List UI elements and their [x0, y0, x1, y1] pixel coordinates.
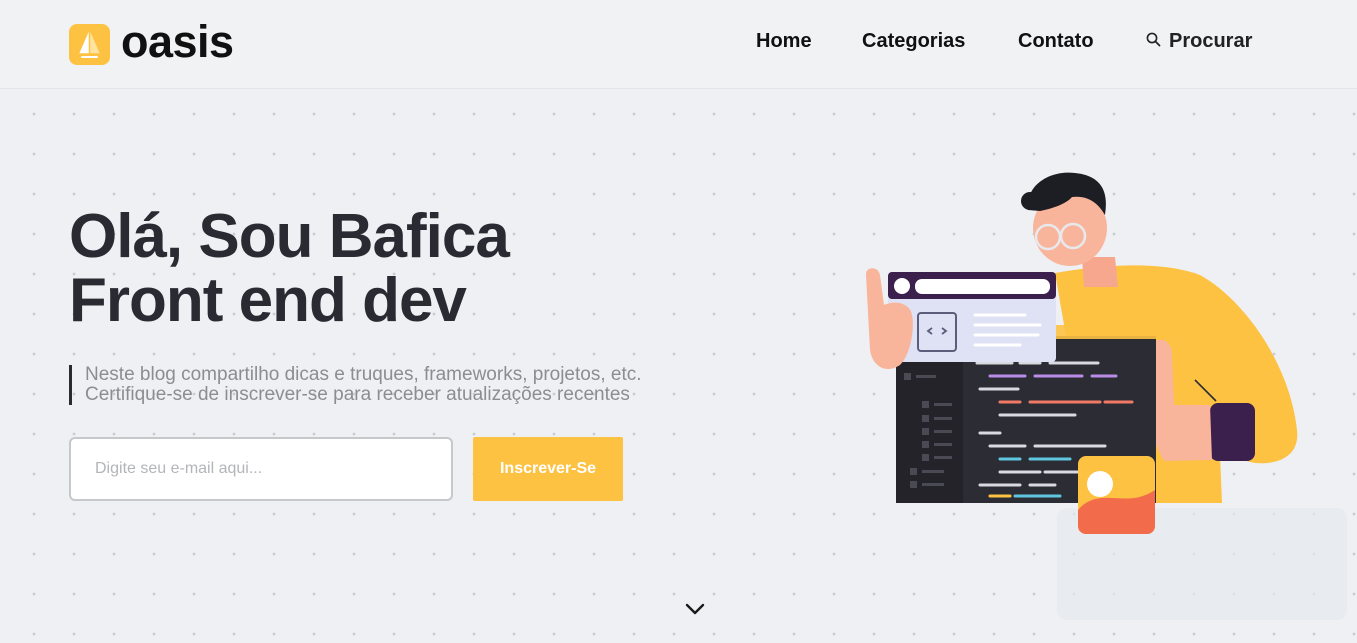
- hero-title-line-2: Front end dev: [69, 266, 467, 335]
- scroll-down-button[interactable]: [683, 600, 707, 620]
- main-nav: Home Categorias Contato Procurar: [0, 30, 1357, 60]
- search-icon: [1146, 32, 1161, 52]
- nav-contato-link[interactable]: Contato: [1018, 30, 1094, 53]
- nav-search-button[interactable]: Procurar: [1146, 30, 1252, 53]
- chevron-down-icon: [685, 603, 705, 615]
- nav-categorias-link[interactable]: Categorias: [862, 30, 965, 53]
- subscribe-button[interactable]: Inscrever-Se: [473, 437, 623, 501]
- nav-home-link[interactable]: Home: [756, 30, 812, 53]
- hero-description-line-1: Neste blog compartilho dicas e truques, …: [85, 364, 642, 385]
- hero-title-line-1: Olá, Sou Bafica: [69, 202, 510, 271]
- hero-description: Neste blog compartilho dicas e truques, …: [69, 365, 642, 405]
- hero-title: Olá, Sou Bafica Front end dev: [69, 202, 510, 335]
- site-header: oasis Home Categorias Contato Procurar: [0, 0, 1357, 89]
- email-input[interactable]: [69, 437, 453, 501]
- developer-illustration: [865, 172, 1298, 534]
- search-label: Procurar: [1169, 30, 1253, 52]
- hero-description-line-2: Certifique-se de inscrever-se para receb…: [85, 384, 630, 405]
